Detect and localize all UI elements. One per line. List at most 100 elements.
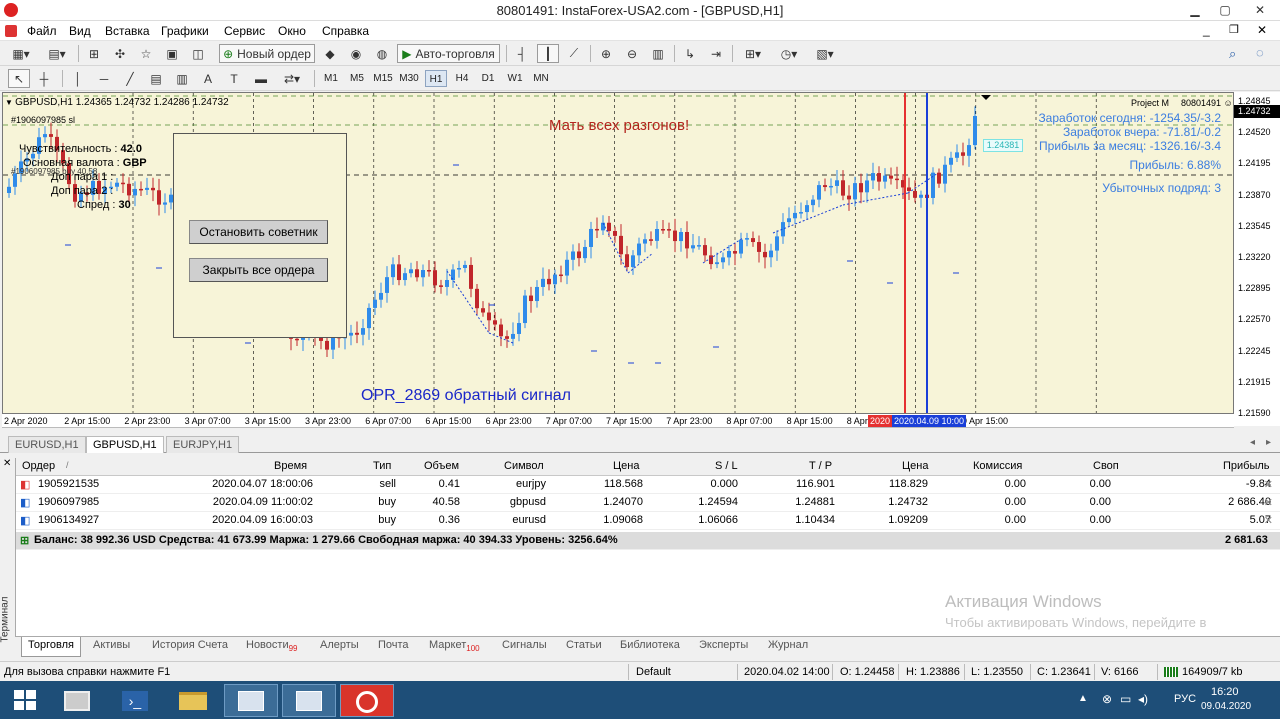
taskbar-powershell[interactable]: ›_ xyxy=(108,684,162,717)
tab-history[interactable]: История Счета xyxy=(152,639,228,651)
col-type[interactable]: Тип xyxy=(373,460,391,472)
menu-insert[interactable]: Вставка xyxy=(105,24,150,38)
close-order-icon[interactable]: ✕ xyxy=(1264,514,1273,527)
tab-articles[interactable]: Статьи xyxy=(566,639,602,651)
tray-monitor-icon[interactable]: ▭ xyxy=(1120,692,1131,706)
col-sl[interactable]: S / L xyxy=(715,460,738,472)
mdi-restore-button[interactable]: ❐ xyxy=(1229,23,1239,36)
tf-d1[interactable]: D1 xyxy=(477,70,499,87)
tab-news[interactable]: Новости99 xyxy=(246,639,298,653)
taskbar-metatrader[interactable] xyxy=(340,684,394,717)
crosshair-icon[interactable]: ┼ xyxy=(34,69,54,88)
col-swap[interactable]: Своп xyxy=(1093,460,1119,472)
chart-shift-icon[interactable]: ⇥ xyxy=(706,44,726,63)
arrows-icon[interactable]: ⇄▾ xyxy=(278,69,306,88)
vertical-line-icon[interactable]: │ xyxy=(68,69,88,88)
col-volume[interactable]: Объем xyxy=(424,460,459,472)
menu-help[interactable]: Справка xyxy=(322,24,369,38)
tab-signals[interactable]: Сигналы xyxy=(502,639,547,651)
search-icon[interactable]: ⌕ xyxy=(1229,46,1236,62)
line-chart-icon[interactable]: ⟋ xyxy=(564,44,584,63)
col-commission[interactable]: Комиссия xyxy=(973,460,1022,472)
status-profile[interactable]: Default xyxy=(636,666,671,678)
profiles-icon[interactable]: ▤▾ xyxy=(42,44,72,63)
tab-trade[interactable]: Торговля xyxy=(21,637,81,657)
close-order-icon[interactable]: ✕ xyxy=(1264,496,1273,509)
tabs-scroll-right-icon[interactable]: ▸ xyxy=(1266,437,1271,448)
fibonacci-icon[interactable]: ▥ xyxy=(172,69,192,88)
data-window-icon[interactable]: ▣ xyxy=(162,44,182,63)
tabs-scroll-left-icon[interactable]: ◂ xyxy=(1250,437,1255,448)
favorites-icon[interactable]: ☆ xyxy=(136,44,156,63)
tab-eurjpy[interactable]: EURJPY,H1 xyxy=(166,436,240,453)
tab-market[interactable]: Маркет100 xyxy=(429,639,480,653)
mdi-minimize-button[interactable]: _ xyxy=(1203,23,1210,37)
menu-view[interactable]: Вид xyxy=(69,24,91,38)
periods-icon[interactable]: ◷▾ xyxy=(774,44,804,63)
new-chart-icon[interactable]: ▦▾ xyxy=(6,44,36,63)
col-price[interactable]: Цена xyxy=(613,460,639,472)
tab-journal[interactable]: Журнал xyxy=(768,639,808,651)
new-order-button[interactable]: ⊕ Новый ордер xyxy=(219,44,315,63)
menu-tools[interactable]: Сервис xyxy=(224,24,265,38)
close-button[interactable]: ✕ xyxy=(1243,1,1277,19)
horizontal-line-icon[interactable]: ─ xyxy=(94,69,114,88)
tray-network-icon[interactable]: ⊗ xyxy=(1102,692,1112,706)
tab-mail[interactable]: Почта xyxy=(378,639,409,651)
market-watch-icon[interactable]: ⊞ xyxy=(84,44,104,63)
tray-date[interactable]: 09.04.2020 xyxy=(1201,701,1251,712)
menu-file[interactable]: Файл xyxy=(27,24,57,38)
tray-clock[interactable]: 16:20 xyxy=(1211,686,1239,698)
order-row[interactable]: ◧ 1906134927 2020.04.09 16:00:03 buy 0.36 eur… xyxy=(16,512,1280,530)
chat-icon[interactable]: ◌ xyxy=(1256,45,1264,60)
tray-arrow-icon[interactable]: ▲ xyxy=(1078,693,1088,704)
tf-h1[interactable]: H1 xyxy=(425,70,447,87)
chart-shift-marker[interactable] xyxy=(981,95,991,100)
maximize-button[interactable]: ▢ xyxy=(1210,1,1240,19)
order-row[interactable]: ◧ 1906097985 2020.04.09 11:00:02 buy 40.58 gb… xyxy=(16,494,1280,512)
tf-m1[interactable]: M1 xyxy=(320,70,342,87)
strategy-tester-icon[interactable]: ◫ xyxy=(188,44,208,63)
navigator-icon[interactable]: ✣ xyxy=(110,44,130,63)
candlestick-icon[interactable]: ┃ xyxy=(537,44,559,63)
bar-chart-icon[interactable]: ┤ xyxy=(512,44,532,63)
menu-window[interactable]: Окно xyxy=(278,24,306,38)
tf-m30[interactable]: M30 xyxy=(398,70,420,87)
tab-assets[interactable]: Активы xyxy=(93,639,130,651)
col-order[interactable]: Ордер xyxy=(22,460,55,472)
tf-m5[interactable]: M5 xyxy=(346,70,368,87)
tab-experts[interactable]: Эксперты xyxy=(699,639,748,651)
tab-gbpusd[interactable]: GBPUSD,H1 xyxy=(86,436,164,453)
mdi-close-button[interactable]: ✕ xyxy=(1257,23,1267,37)
tab-eurusd[interactable]: EURUSD,H1 xyxy=(8,436,86,453)
autoscroll-icon[interactable]: ↳ xyxy=(680,44,700,63)
taskbar-explorer[interactable] xyxy=(166,684,220,717)
zoom-out-icon[interactable]: ⊖ xyxy=(622,44,642,63)
channel-icon[interactable]: ▤ xyxy=(146,69,166,88)
col-tp[interactable]: T / P xyxy=(809,460,832,472)
taskbar-server-manager[interactable] xyxy=(50,684,104,717)
metaeditor-icon[interactable]: ◆ xyxy=(320,44,340,63)
tab-library[interactable]: Библиотека xyxy=(620,639,680,651)
shapes-icon[interactable]: ▬ xyxy=(250,69,272,88)
templates-icon[interactable]: ▧▾ xyxy=(810,44,840,63)
tab-alerts[interactable]: Алерты xyxy=(320,639,359,651)
tile-windows-icon[interactable]: ▥ xyxy=(648,44,668,63)
taskbar-remote-app-1[interactable] xyxy=(224,684,278,717)
tf-w1[interactable]: W1 xyxy=(504,70,526,87)
trendline-icon[interactable]: ╱ xyxy=(120,69,140,88)
stop-expert-button[interactable]: Остановить советник xyxy=(189,220,328,244)
text-label-icon[interactable]: T xyxy=(224,69,244,88)
order-row[interactable]: ◧ 1905921535 2020.04.07 18:00:06 sell 0.41 eu… xyxy=(16,476,1280,494)
indicators-icon[interactable]: ⊞▾ xyxy=(738,44,768,63)
zoom-in-icon[interactable]: ⊕ xyxy=(596,44,616,63)
tf-mn[interactable]: MN xyxy=(530,70,552,87)
col-symbol[interactable]: Символ xyxy=(504,460,544,472)
col-current-price[interactable]: Цена xyxy=(902,460,928,472)
cursor-icon[interactable]: ↖ xyxy=(8,69,30,88)
close-all-orders-button[interactable]: Закрыть все ордера xyxy=(189,258,328,282)
text-tool-icon[interactable]: A xyxy=(198,69,218,88)
col-time[interactable]: Время xyxy=(274,460,307,472)
auto-trading-button[interactable]: ▶ Авто-торговля xyxy=(397,44,500,63)
tray-language[interactable]: РУС xyxy=(1174,693,1196,705)
